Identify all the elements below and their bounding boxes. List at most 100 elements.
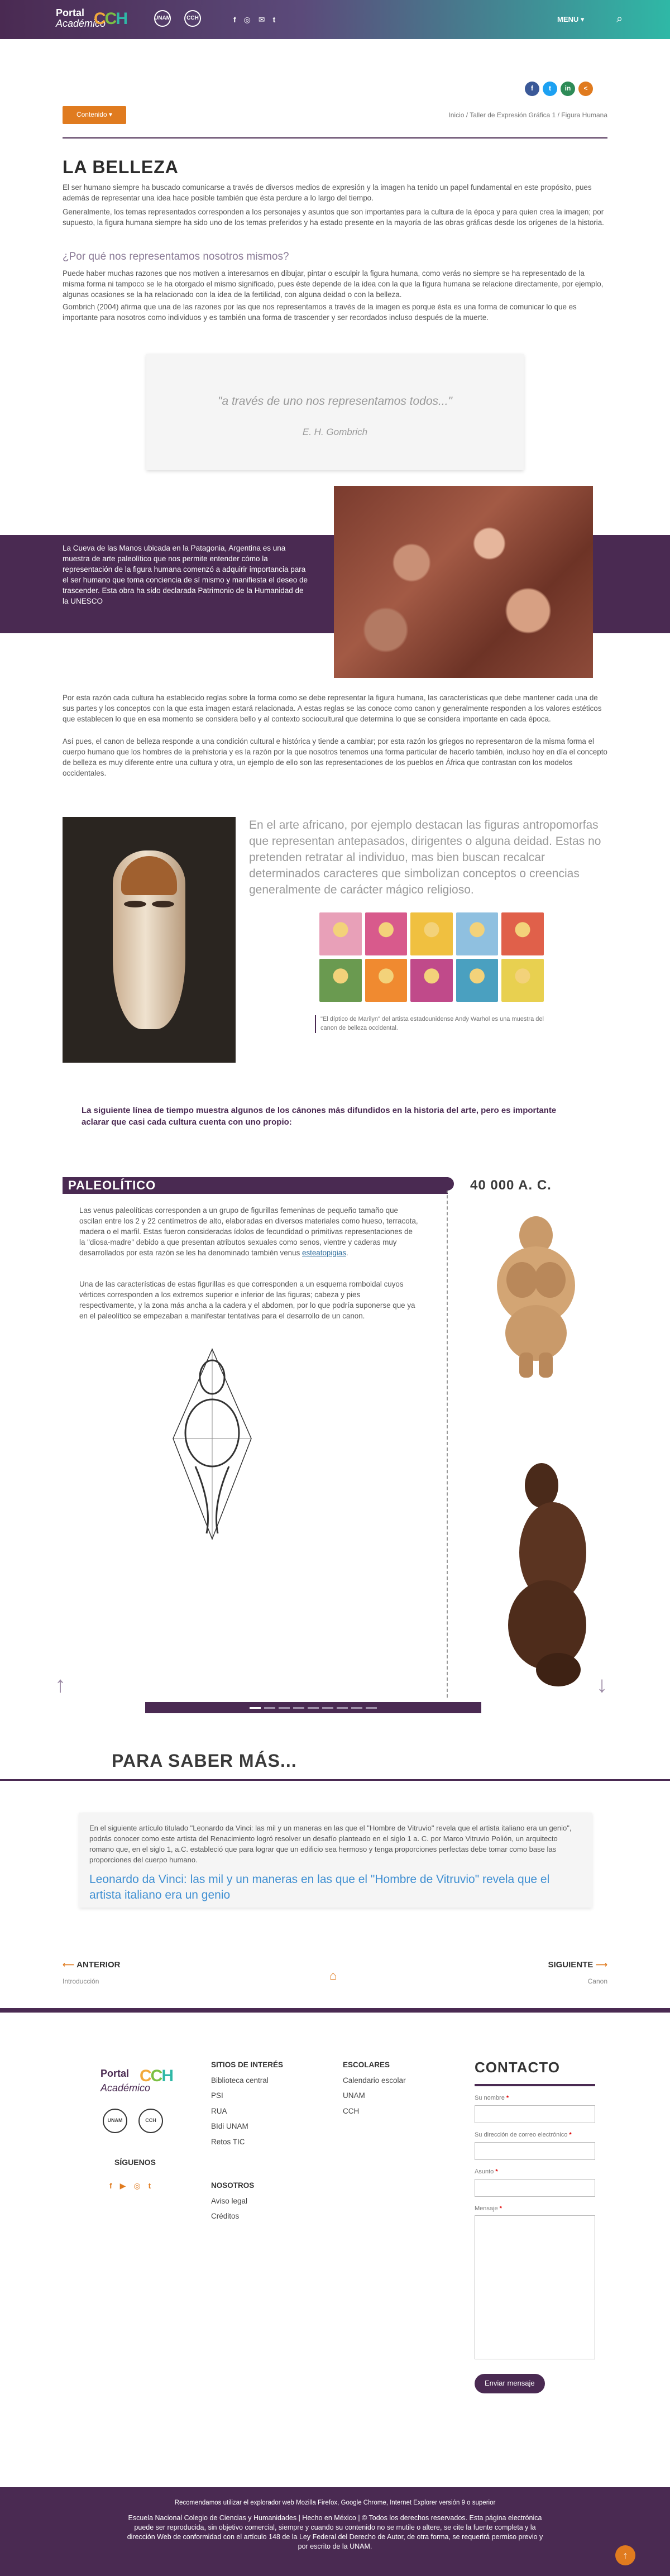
pager-dot[interactable]: [351, 1707, 362, 1709]
browser-note: Recomendamos utilizar el explorador web …: [174, 2499, 496, 2506]
marilyn-tile: [501, 959, 544, 1002]
subject-field[interactable]: [475, 2178, 595, 2197]
unam-seal-icon[interactable]: UNAM: [154, 10, 171, 27]
timeline-down-arrow-icon[interactable]: ↓: [596, 1669, 607, 1701]
footer-link[interactable]: CCH: [343, 2106, 406, 2117]
paragraph: Puede haber muchas razones que nos motiv…: [63, 269, 604, 299]
menu-button[interactable]: MENU ▾: [557, 15, 584, 25]
marilyn-tile: [410, 959, 453, 1002]
youtube-icon[interactable]: ▶: [120, 2180, 126, 2191]
legal-text: Escuela Nacional Colegio de Ciencias y H…: [127, 2514, 543, 2550]
footer: Portal Académico CCH UNAM CCH SÍGUENOS f…: [0, 2013, 670, 2487]
contact-title: CONTACTO: [475, 2059, 560, 2076]
pager-dot[interactable]: [322, 1707, 333, 1709]
paragraph: Por esta razón cada cultura ha estableci…: [63, 694, 602, 723]
card-description: En el siguiente artículo titulado "Leona…: [89, 1824, 572, 1864]
pager-dot[interactable]: [308, 1707, 319, 1709]
lead-text: En el arte africano, por ejemplo destaca…: [249, 819, 601, 896]
share-twitter-icon[interactable]: t: [543, 82, 557, 96]
prev-link[interactable]: ⟵ ANTERIOR Introducción: [63, 1959, 120, 1986]
search-icon[interactable]: ⌕: [616, 11, 623, 27]
section-subtitle: ¿Por qué nos representamos nosotros mism…: [63, 251, 289, 262]
timeline-line: [447, 1178, 448, 1698]
email-label: Su dirección de correo electrónico *: [475, 2131, 572, 2138]
page-title: LA BELLEZA: [63, 157, 179, 177]
footer-link[interactable]: Calendario escolar: [343, 2075, 406, 2086]
marilyn-diptych-image: [315, 908, 548, 1006]
pager-dot[interactable]: [279, 1707, 290, 1709]
pager-dot[interactable]: [264, 1707, 275, 1709]
timeline-up-arrow-icon[interactable]: ↑: [55, 1669, 66, 1701]
legal-footer: Recomendamos utilizar el explorador web …: [0, 2487, 670, 2576]
mail-icon[interactable]: ✉: [259, 14, 265, 25]
pager-dot[interactable]: [366, 1707, 377, 1709]
next-link[interactable]: SIGUIENTE ⟶ Canon: [548, 1959, 607, 1986]
footer-link[interactable]: Créditos: [211, 2211, 254, 2222]
quote-author: E. H. Gombrich: [302, 427, 368, 438]
quote-block: "a través de uno nos representamos todos…: [146, 354, 524, 470]
contact-form: CONTACTO Su nombre * Su dirección de cor…: [475, 2057, 595, 2394]
unam-seal-icon[interactable]: UNAM: [103, 2109, 127, 2133]
footer-link[interactable]: Retos TIC: [211, 2137, 283, 2148]
timeline-intro: La siguiente línea de tiempo muestra alg…: [82, 1106, 557, 1127]
cave-of-hands-image: [334, 486, 593, 678]
pager-dot[interactable]: [293, 1707, 304, 1709]
timeline-era: PALEOLÍTICO: [63, 1177, 448, 1194]
venus-willendorf-image: [497, 1216, 575, 1378]
footer-logo[interactable]: Portal Académico CCH: [100, 2066, 174, 2095]
footer-link[interactable]: PSI: [211, 2090, 283, 2101]
glossary-link[interactable]: esteatopigias: [302, 1249, 346, 1257]
divider: [63, 137, 607, 138]
content-dropdown-button[interactable]: Contenido ▾: [63, 106, 126, 124]
footer-link[interactable]: Biblioteca central: [211, 2075, 283, 2086]
email-field[interactable]: [475, 2142, 595, 2160]
marilyn-tile: [410, 912, 453, 955]
back-to-top-icon[interactable]: ↑: [615, 2545, 635, 2565]
cch-logo[interactable]: CCH: [94, 9, 128, 29]
follow-us-label: SÍGUENOS: [114, 2158, 156, 2167]
breadcrumb[interactable]: Inicio / Taller de Expresión Gráfica 1 /…: [448, 111, 607, 120]
marilyn-tile: [501, 912, 544, 955]
marilyn-tile: [319, 959, 362, 1002]
marilyn-tile: [365, 912, 408, 955]
instagram-icon[interactable]: ◎: [133, 2180, 140, 2191]
twitter-icon[interactable]: t: [273, 14, 276, 25]
timeline-pager[interactable]: [145, 1702, 481, 1713]
home-icon[interactable]: ⌂: [329, 1967, 337, 1985]
venus-figurine-image: [508, 1463, 586, 1686]
footer-link[interactable]: BIdi UNAM: [211, 2121, 283, 2132]
twitter-icon[interactable]: t: [149, 2180, 151, 2191]
footer-col-about: NOSOTROS Aviso legal Créditos: [211, 2180, 254, 2226]
african-mask-image: [63, 817, 236, 1063]
page-navigation: ⟵ ANTERIOR Introducción ⌂ SIGUIENTE ⟶ Ca…: [63, 1959, 607, 1988]
timeline-dot: [441, 1177, 454, 1191]
share-facebook-icon[interactable]: f: [525, 82, 539, 96]
share-icon[interactable]: <: [578, 82, 593, 96]
name-field[interactable]: [475, 2105, 595, 2123]
paragraph: Así pues, el canon de belleza responde a…: [63, 737, 607, 777]
footer-divider: [0, 2008, 670, 2013]
share-bar: f t in <: [525, 82, 593, 96]
pager-dot[interactable]: [337, 1707, 348, 1709]
share-whatsapp-icon[interactable]: in: [561, 82, 575, 96]
facebook-icon[interactable]: f: [109, 2180, 112, 2191]
timeline-paragraph: Las venus paleolíticas corresponden a un…: [79, 1206, 418, 1257]
footer-seals: UNAM CCH: [103, 2109, 163, 2133]
footer-link[interactable]: UNAM: [343, 2090, 406, 2101]
facebook-icon[interactable]: f: [233, 14, 236, 25]
article-link[interactable]: Leonardo da Vinci: las mil y un maneras …: [89, 1872, 582, 1903]
send-button[interactable]: Enviar mensaje: [475, 2374, 545, 2394]
cch-seal-icon[interactable]: CCH: [138, 2109, 163, 2133]
paragraph: El ser humano siempre ha buscado comunic…: [63, 183, 592, 202]
marilyn-tile: [456, 959, 499, 1002]
pager-dot[interactable]: [250, 1707, 261, 1709]
message-field[interactable]: [475, 2215, 595, 2360]
marilyn-tile: [456, 912, 499, 955]
cch-seal-icon[interactable]: CCH: [184, 10, 201, 27]
site-header: Portal Académico CCH UNAM CCH f ◎ ✉ t ME…: [0, 0, 670, 39]
footer-link[interactable]: Aviso legal: [211, 2196, 254, 2207]
footer-link[interactable]: RUA: [211, 2106, 283, 2117]
instagram-icon[interactable]: ◎: [244, 14, 251, 25]
marilyn-tile: [319, 912, 362, 955]
name-label: Su nombre *: [475, 2094, 509, 2101]
